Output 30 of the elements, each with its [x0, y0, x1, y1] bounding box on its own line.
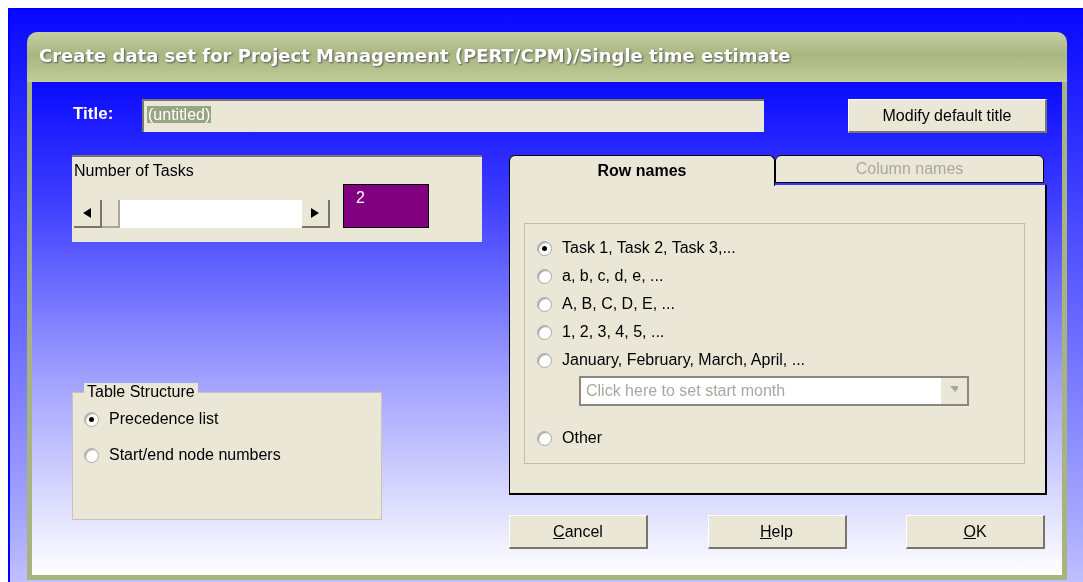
scroll-thumb[interactable]	[102, 200, 120, 228]
task-count: 2	[343, 184, 429, 228]
dialog-button[interactable]: Cancel	[509, 515, 648, 549]
title-label: Title:	[73, 104, 115, 124]
radio-button[interactable]	[537, 352, 552, 368]
dialog-button[interactable]: Help	[707, 515, 847, 549]
radio-button[interactable]	[537, 268, 552, 284]
radio-button[interactable]	[537, 296, 552, 312]
radio-label: Task 1, Task 2, Task 3,...	[562, 239, 736, 257]
scroll-left-button[interactable]	[74, 200, 102, 228]
radio-button[interactable]	[537, 324, 552, 340]
right-arrow-icon	[311, 208, 319, 218]
radio-label: A, B, C, D, E, ...	[562, 295, 675, 313]
scroll-right-button[interactable]	[302, 200, 330, 228]
radio-label: 1, 2, 3, 4, 5, ...	[562, 323, 665, 341]
radio-button[interactable]	[537, 430, 552, 446]
radio-button[interactable]	[84, 411, 99, 427]
dialog-button[interactable]: OK	[906, 515, 1045, 549]
window-title: Create data set for Project Management (PERT/CPM)/Single time estimate	[27, 32, 1067, 82]
radio-label: Start/end node numbers	[109, 446, 281, 464]
left-arrow-icon	[83, 208, 91, 218]
radio-label: a, b, c, d, e, ...	[562, 267, 664, 285]
tab[interactable]: Row names	[509, 155, 775, 186]
radio-label: Other	[562, 429, 602, 447]
radio-button[interactable]	[84, 447, 99, 463]
modify-title-button[interactable]: Modify default title	[848, 99, 1047, 133]
radio-button[interactable]	[537, 240, 552, 256]
radio-label: Precedence list	[109, 410, 219, 428]
tasks-label: Number of Tasks	[74, 162, 195, 180]
radio-label: January, February, March, April, ...	[562, 351, 806, 369]
